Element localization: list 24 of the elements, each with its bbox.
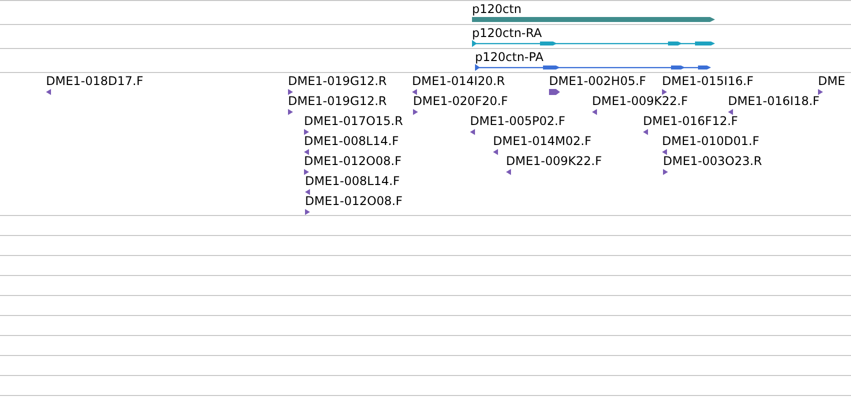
read-label: DME1-005P02.F [470, 114, 566, 128]
read-label: DME1-018D17.F [46, 74, 144, 88]
read-label: DME1-016I18.F [728, 94, 820, 108]
read-label: DME1-003O23.R [663, 154, 762, 168]
read-label: DME1-019G12.R [288, 94, 387, 108]
read-label: DME1-015I16.F [662, 74, 754, 88]
read-label: DME1-014M02.F [493, 134, 592, 148]
read-label: DME1-009K22.F [592, 94, 688, 108]
read-label: DME1-012O08.F [305, 194, 402, 208]
read-label: DME1-008L14.F [305, 174, 400, 188]
read-label: DME1-010D01.F [662, 134, 760, 148]
read-label: DME1-019G12.R [288, 74, 387, 88]
gene-label: p120ctn-RA [472, 26, 542, 40]
read-label: DME1-002H05.F [549, 74, 646, 88]
read-label: DME1-008L14.F [304, 134, 399, 148]
read-label: DME1-014I20.R [412, 74, 506, 88]
read-label: DME1-009K22.F [506, 154, 602, 168]
gene-label: p120ctn-PA [475, 50, 544, 64]
read-label: DME1-012O08.F [304, 154, 402, 168]
read-label: DME1-017O15.R [304, 114, 403, 128]
read-label: DME1-020F20.F [413, 94, 508, 108]
read-label: DME1-016F12.F [643, 114, 738, 128]
gene-label: p120ctn [472, 2, 522, 16]
read-label: DME [818, 74, 846, 88]
